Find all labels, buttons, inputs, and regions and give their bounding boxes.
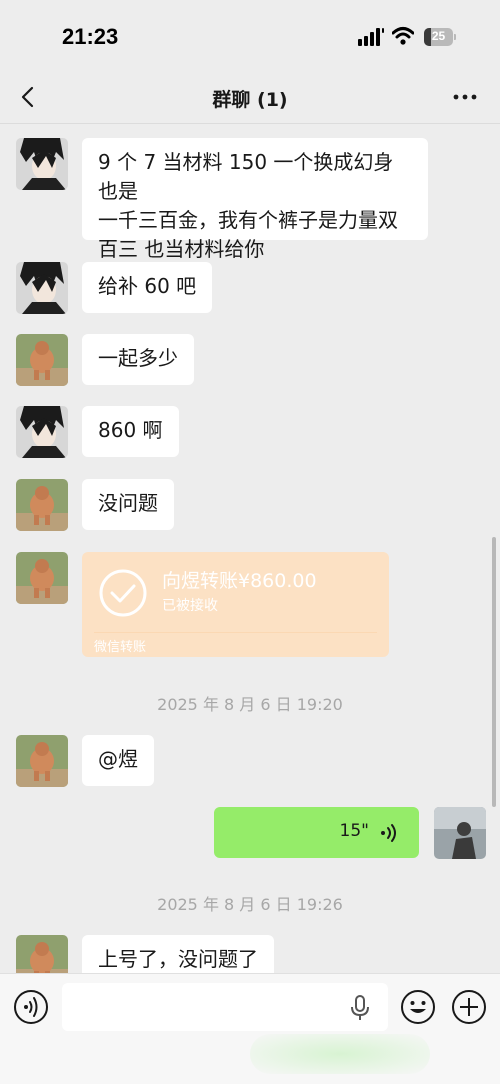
avatar[interactable]	[16, 735, 68, 787]
plus-icon[interactable]	[451, 989, 487, 1025]
avatar[interactable]	[16, 138, 68, 190]
transfer-status: 已被接收	[162, 598, 218, 614]
timestamp: 2025 年 8 月 6 日 19:26	[157, 895, 343, 914]
battery-icon: 25	[424, 28, 456, 46]
microphone-icon[interactable]	[348, 994, 372, 1022]
avatar[interactable]	[16, 552, 68, 604]
status-time: 21:23	[62, 24, 119, 49]
scrollbar[interactable]	[492, 537, 496, 807]
message-bubble[interactable]: 9 个 7 当材料 150 一个换成幻身也是 一千三百金，我有个裤子是力量双 百…	[82, 138, 428, 261]
status-bar: 21:23 25	[0, 0, 500, 74]
more-dots-icon[interactable]	[450, 82, 480, 112]
avatar[interactable]	[16, 406, 68, 458]
avatar[interactable]	[16, 262, 68, 314]
input-bar	[0, 973, 500, 1084]
avatar[interactable]	[16, 935, 68, 973]
timestamp: 2025 年 8 月 6 日 19:20	[157, 695, 343, 714]
check-circle-icon	[99, 569, 147, 617]
voice-message-bubble[interactable]: 15"	[214, 807, 419, 858]
message-input[interactable]	[62, 983, 388, 1031]
wifi-icon	[392, 27, 414, 45]
divider	[94, 632, 377, 633]
transfer-footer: 微信转账	[94, 640, 147, 655]
message-bubble[interactable]: 没问题	[82, 479, 174, 530]
battery-percent: 25	[431, 29, 446, 43]
self-avatar[interactable]	[434, 807, 486, 859]
chat-area[interactable]: 9 个 7 当材料 150 一个换成幻身也是 一千三百金，我有个裤子是力量双 百…	[0, 125, 500, 973]
home-indicator	[250, 1034, 430, 1074]
voice-mode-icon[interactable]	[13, 989, 49, 1025]
message-bubble[interactable]: 860 啊	[82, 406, 179, 457]
transfer-card[interactable]: 向煜转账¥860.00 已被接收 微信转账	[82, 552, 389, 657]
transfer-title: 向煜转账¥860.00	[162, 570, 317, 592]
message-bubble[interactable]: @煜	[82, 735, 154, 786]
avatar[interactable]	[16, 479, 68, 531]
message-bubble[interactable]: 给补 60 吧	[82, 262, 213, 313]
voice-wave-icon	[381, 824, 396, 842]
cellular-signal-icon	[358, 28, 384, 46]
nav-bar: 群聊 (1)	[0, 74, 500, 124]
emoji-icon[interactable]	[400, 989, 436, 1025]
chat-title: 群聊 (1)	[212, 89, 288, 111]
message-bubble[interactable]: 一起多少	[82, 334, 194, 385]
voice-duration: 15"	[339, 821, 369, 841]
avatar[interactable]	[16, 334, 68, 386]
message-bubble[interactable]: 上号了，没问题了	[82, 935, 274, 973]
